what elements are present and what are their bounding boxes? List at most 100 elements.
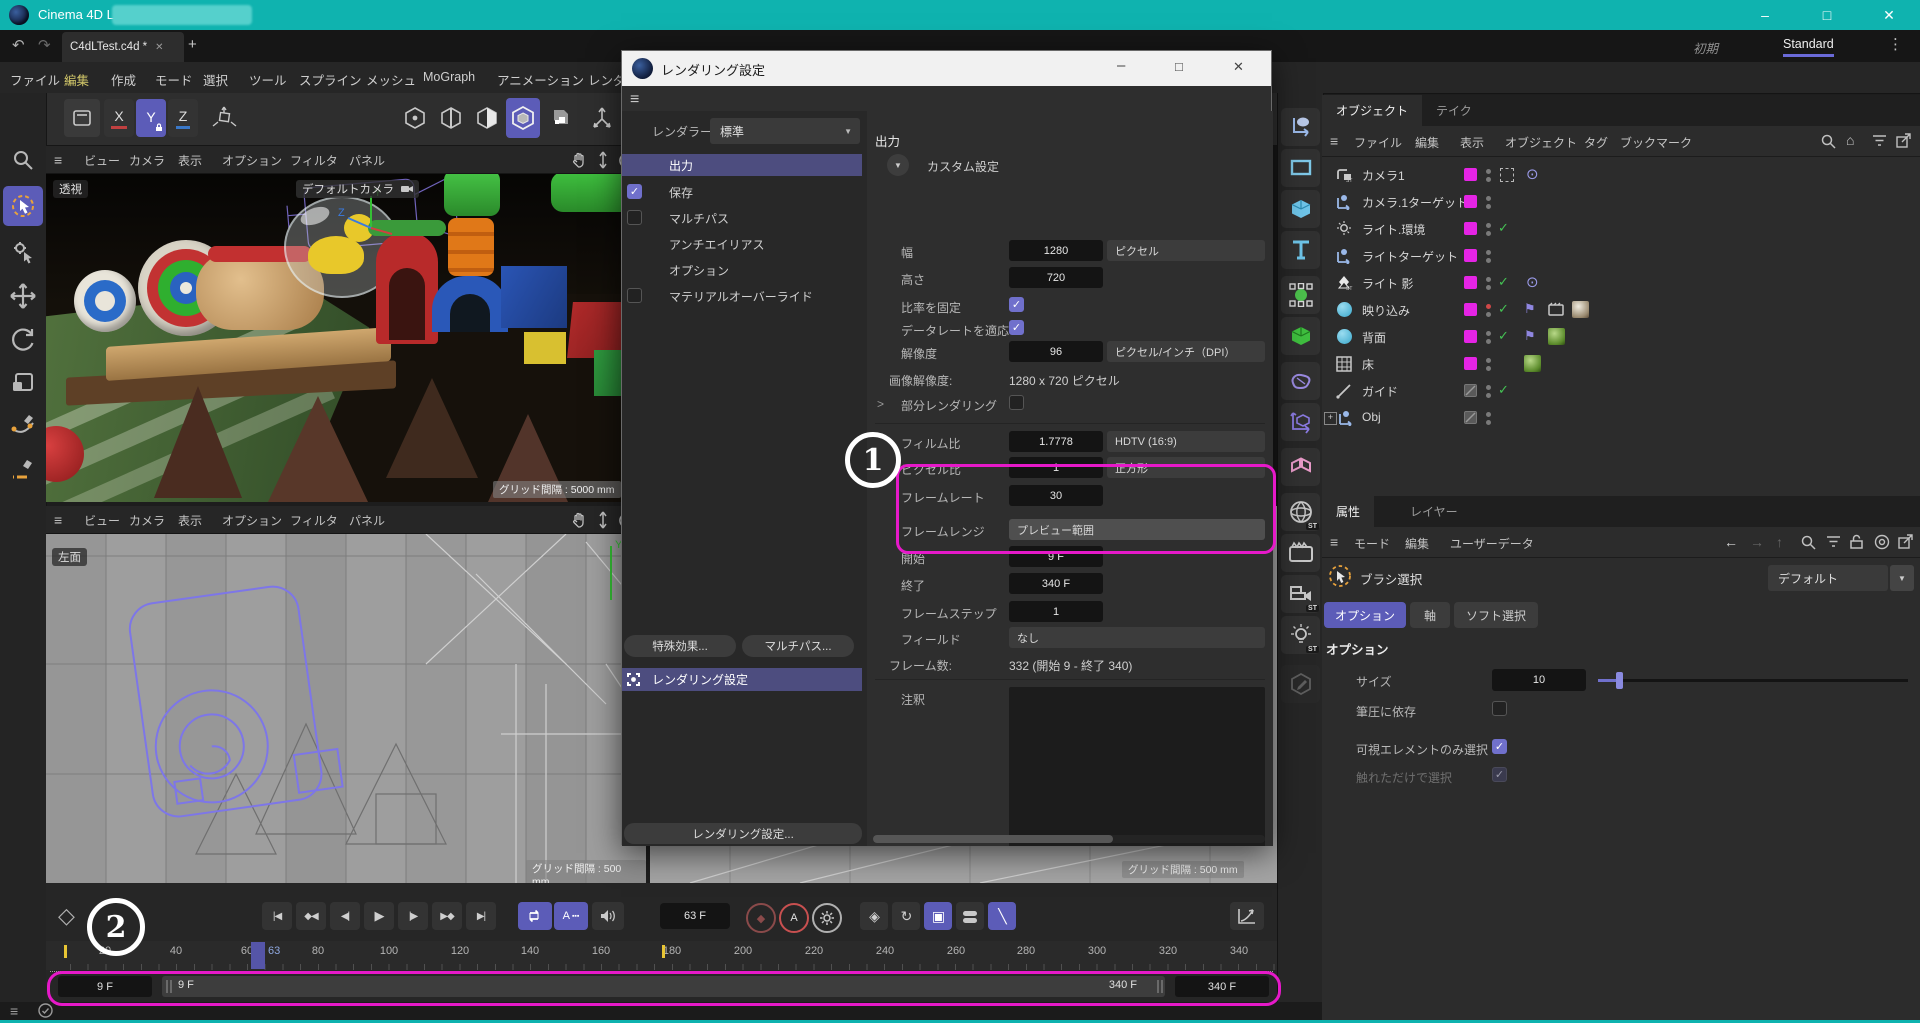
- touch-select-checkbox[interactable]: ✓: [1492, 767, 1507, 782]
- goto-end-button[interactable]: ▶|: [466, 902, 496, 930]
- tweak-tool-icon[interactable]: [3, 232, 43, 272]
- am-menu-mode[interactable]: モード: [1354, 535, 1390, 552]
- viewport1-menu-display[interactable]: 表示: [178, 152, 202, 169]
- frame-step-field[interactable]: 1: [1009, 601, 1103, 622]
- next-key-button[interactable]: ▶◆: [432, 902, 462, 930]
- size-slider-track[interactable]: [1598, 679, 1908, 682]
- visibility-dots[interactable]: [1486, 220, 1491, 239]
- layer-color-chip[interactable]: [1464, 195, 1477, 208]
- material-override-checkbox[interactable]: [627, 288, 642, 303]
- am-up-icon[interactable]: ↑: [1776, 534, 1783, 550]
- object-row[interactable]: 映り込み ✓ ⚑: [1322, 297, 1920, 323]
- keyframe-diamond-icon[interactable]: ◇: [58, 903, 75, 929]
- axis-modify-icon[interactable]: [584, 98, 620, 138]
- layer-color-chip[interactable]: [1464, 276, 1477, 289]
- layer-color-chip[interactable]: [1464, 303, 1477, 316]
- text-object-icon[interactable]: [1281, 231, 1320, 269]
- group-tab-axis[interactable]: 軸: [1410, 602, 1450, 628]
- pressure-checkbox[interactable]: [1492, 701, 1507, 716]
- menu-spline[interactable]: スプライン: [299, 70, 362, 89]
- points-mode-icon[interactable]: [398, 98, 432, 138]
- am-forward-icon[interactable]: →: [1750, 534, 1764, 550]
- am-filter-icon[interactable]: [1826, 536, 1841, 548]
- am-search-icon[interactable]: [1800, 534, 1816, 550]
- spline-pen-tool-icon[interactable]: [3, 405, 43, 445]
- pan-hand-icon[interactable]: [570, 511, 588, 529]
- object-row[interactable]: カメラ.1ターゲット: [1322, 189, 1920, 215]
- visible-only-checkbox[interactable]: ✓: [1492, 739, 1507, 754]
- axis-x-button[interactable]: X: [104, 99, 134, 137]
- object-row[interactable]: ST ライト 影 ✓ ⊙: [1322, 270, 1920, 296]
- minimize-button[interactable]: –: [1742, 0, 1788, 30]
- keyframe-settings-gear-icon[interactable]: [812, 903, 842, 933]
- loop-playback-button[interactable]: [518, 902, 552, 930]
- undo-icon[interactable]: ↶: [12, 36, 25, 54]
- prev-frame-button[interactable]: ◀|: [330, 902, 360, 930]
- dialog-hamburger-icon[interactable]: ≡: [630, 91, 639, 109]
- om-popout-icon[interactable]: [1896, 133, 1911, 148]
- document-tab[interactable]: C4dLTest.c4d * ✕: [62, 32, 184, 62]
- object-row[interactable]: ガイド ✓: [1322, 378, 1920, 404]
- render-settings-item[interactable]: レンダリング設定: [622, 668, 862, 691]
- axis-z-button[interactable]: Z: [168, 99, 198, 137]
- nav-save[interactable]: ✓ 保存: [622, 181, 862, 203]
- enabled-check-icon[interactable]: ✓: [1498, 301, 1509, 317]
- effects-button[interactable]: 特殊効果...: [624, 635, 736, 657]
- edit-render-settings-icon[interactable]: [1281, 665, 1320, 703]
- layout-preset-standard[interactable]: Standard: [1783, 37, 1834, 57]
- sky-object-icon[interactable]: ST: [1281, 493, 1320, 531]
- viewport2-menu-options[interactable]: オプション: [222, 512, 282, 529]
- enabled-check-icon[interactable]: ✓: [1498, 382, 1509, 398]
- dolly-icon[interactable]: [594, 151, 612, 169]
- marker-yellow[interactable]: [64, 945, 67, 958]
- visibility-dots[interactable]: [1486, 193, 1491, 212]
- nav-options[interactable]: オプション: [622, 259, 862, 281]
- new-tab-button[interactable]: +: [188, 36, 197, 53]
- viewport1-menu-view[interactable]: ビュー: [84, 152, 120, 169]
- coordinate-system-icon[interactable]: [204, 97, 244, 139]
- layer-color-chip-disabled[interactable]: [1464, 411, 1477, 424]
- viewport1-menu-camera[interactable]: カメラ: [129, 152, 165, 169]
- multipass-button[interactable]: マルチパス...: [742, 635, 854, 657]
- visibility-dots[interactable]: [1486, 328, 1491, 347]
- symmetry-object-icon[interactable]: [1281, 448, 1320, 486]
- om-menu-objects[interactable]: オブジェクト: [1505, 134, 1577, 151]
- layout-menu-dots-icon[interactable]: ⋮: [1888, 35, 1903, 53]
- menu-edit[interactable]: 編集: [64, 70, 89, 89]
- viewport2-menu-camera[interactable]: カメラ: [129, 512, 165, 529]
- sound-button[interactable]: [592, 902, 624, 930]
- volume-object-icon[interactable]: [1281, 362, 1320, 400]
- menu-create[interactable]: 作成: [111, 70, 136, 89]
- viewport-left-ortho[interactable]: ≡ ビュー カメラ 表示 オプション フィルタ パネル: [46, 506, 646, 883]
- record-keyframe-button[interactable]: ◆: [746, 903, 776, 933]
- dialog-maximize-icon[interactable]: □: [1175, 59, 1183, 74]
- model-mode-icon[interactable]: [506, 98, 540, 138]
- nav-material-override[interactable]: マテリアルオーバーライド: [622, 285, 862, 307]
- om-menu-file[interactable]: ファイル: [1354, 134, 1402, 151]
- width-field[interactable]: 1280: [1009, 240, 1103, 261]
- object-row[interactable]: 背面 ✓ ⚑: [1322, 324, 1920, 350]
- viewport2-menu-view[interactable]: ビュー: [84, 512, 120, 529]
- om-search-icon[interactable]: [1820, 133, 1836, 149]
- save-checkbox[interactable]: ✓: [627, 184, 642, 199]
- layout-preset-initial[interactable]: 初期: [1693, 38, 1718, 57]
- workplane-icon[interactable]: [64, 99, 100, 137]
- om-menu-edit[interactable]: 編集: [1415, 134, 1439, 151]
- brush-select-tool-icon[interactable]: [3, 186, 43, 226]
- om-menu-tags[interactable]: タグ: [1584, 134, 1608, 151]
- target-tag-icon[interactable]: ⊙: [1526, 165, 1539, 183]
- height-field[interactable]: 720: [1009, 267, 1103, 288]
- om-filter-icon[interactable]: [1872, 135, 1887, 147]
- rotate-tool-icon[interactable]: [3, 319, 43, 359]
- enabled-check-icon[interactable]: ✓: [1498, 220, 1509, 236]
- next-frame-button[interactable]: |▶: [398, 902, 428, 930]
- dialog-close-icon[interactable]: ✕: [1233, 59, 1244, 75]
- visibility-dots[interactable]: [1486, 166, 1491, 185]
- prev-key-button[interactable]: ◆◀: [296, 902, 326, 930]
- deformer-cube-icon[interactable]: [1281, 317, 1320, 355]
- search-tool-icon[interactable]: [3, 140, 43, 180]
- am-menu-userdata[interactable]: ユーザーデータ: [1450, 535, 1534, 552]
- om-hamburger-icon[interactable]: ≡: [1330, 133, 1338, 149]
- size-field[interactable]: 10: [1492, 669, 1586, 691]
- autokey-button[interactable]: A: [779, 903, 809, 933]
